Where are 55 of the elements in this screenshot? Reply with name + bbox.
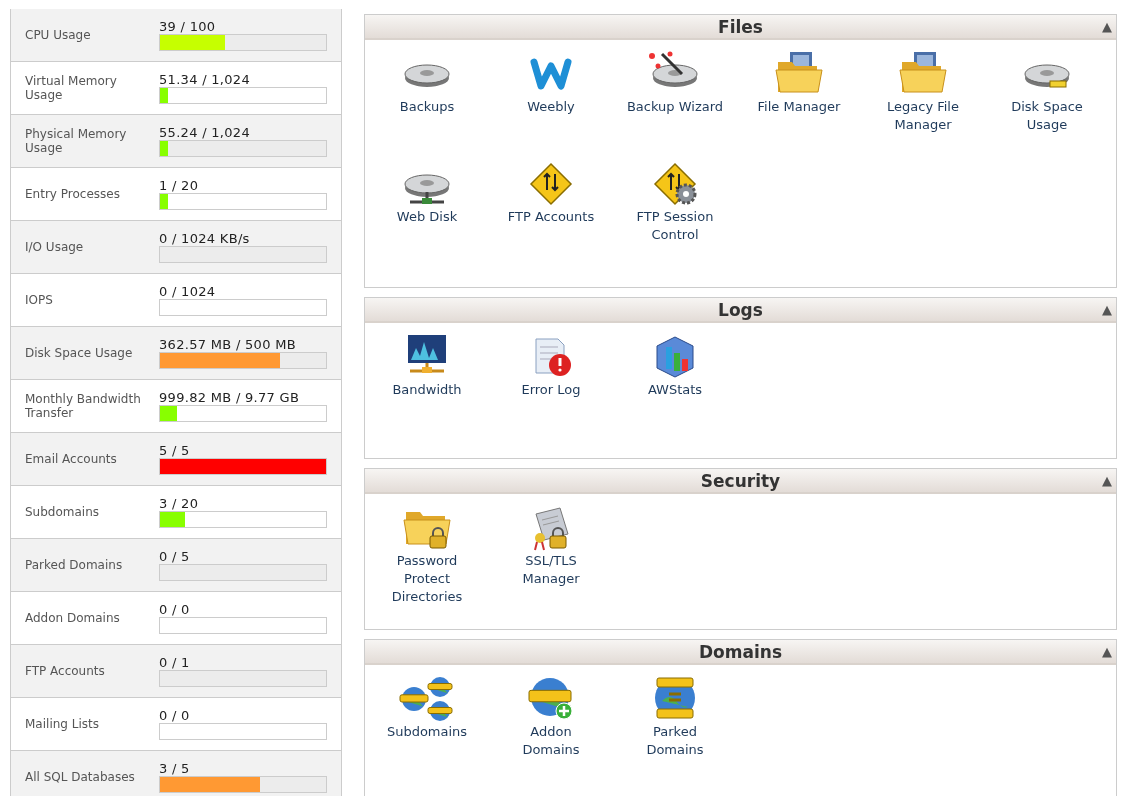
stat-value: 362.57 MB / 500 MB: [159, 336, 297, 353]
tool-link[interactable]: SSL/TLS Manager: [501, 552, 601, 588]
stat-label: Monthly Bandwidth Transfer: [25, 391, 142, 421]
stat-label: Mailing Lists: [25, 716, 100, 732]
tool-link[interactable]: File Manager: [757, 98, 841, 116]
tool-link[interactable]: Error Log: [521, 381, 581, 399]
stat-label: Disk Space Usage: [25, 345, 134, 361]
stat-value: 1 / 20: [159, 177, 200, 194]
stat-value: 3 / 5: [159, 760, 191, 777]
stat-value: 5 / 5: [159, 442, 191, 459]
stat-label: Email Accounts: [25, 451, 118, 467]
stat-value: 3 / 20: [159, 495, 200, 512]
stat-label: Virtual Memory Usage: [25, 73, 118, 103]
tool-link[interactable]: Legacy File Manager: [873, 98, 973, 134]
stat-label: CPU Usage: [25, 27, 92, 43]
stat-value: 51.34 / 1,024: [159, 71, 251, 88]
section-title: Security: [700, 471, 781, 491]
section-title: Domains: [699, 642, 782, 662]
stat-value: 0 / 5: [159, 548, 191, 565]
stat-value: 55.24 / 1,024: [159, 124, 251, 141]
tool-link[interactable]: Web Disk: [396, 208, 458, 226]
tool-link[interactable]: Backups: [399, 98, 455, 116]
tool-link[interactable]: Bandwidth: [392, 381, 462, 399]
collapse-toggle[interactable]: ▲: [1102, 18, 1112, 36]
stat-label: IOPS: [25, 292, 54, 308]
tool-link[interactable]: Weebly: [527, 98, 575, 116]
tool-link[interactable]: Subdomains: [386, 723, 468, 741]
stat-label: Parked Domains: [25, 557, 124, 573]
stat-label: I/O Usage: [25, 239, 85, 255]
stat-value: 999.82 MB / 9.77 GB: [159, 389, 301, 406]
stat-label: All SQL Databases: [25, 769, 136, 785]
tool-link[interactable]: AWStats: [647, 381, 703, 399]
stat-value: 0 / 1: [159, 654, 191, 671]
stat-label: Physical Memory Usage: [25, 126, 128, 156]
stat-value: 0 / 1024 KB/s: [159, 230, 251, 247]
tool-link[interactable]: Backup Wizard: [626, 98, 724, 116]
collapse-toggle[interactable]: ▲: [1102, 472, 1112, 490]
tool-link[interactable]: Disk Space Usage: [997, 98, 1097, 134]
stat-value: 0 / 0: [159, 601, 191, 618]
tool-link[interactable]: FTP Session Control: [625, 208, 725, 244]
stat-label: Subdomains: [25, 504, 101, 520]
stat-label: Entry Processes: [25, 186, 121, 202]
stat-label: Addon Domains: [25, 610, 121, 626]
stat-value: 0 / 0: [159, 707, 191, 724]
stat-label: FTP Accounts: [25, 663, 106, 679]
tool-link[interactable]: Password Protect Directories: [377, 552, 477, 606]
section-title: Logs: [718, 300, 763, 320]
tool-link[interactable]: Parked Domains: [625, 723, 725, 759]
tool-link[interactable]: FTP Accounts: [507, 208, 595, 226]
stat-value: 39 / 100: [159, 18, 217, 35]
tool-link[interactable]: Addon Domains: [501, 723, 601, 759]
stat-value: 0 / 1024: [159, 283, 217, 300]
collapse-toggle[interactable]: ▲: [1102, 301, 1112, 319]
section-title: Files: [718, 17, 763, 37]
collapse-toggle[interactable]: ▲: [1102, 643, 1112, 661]
